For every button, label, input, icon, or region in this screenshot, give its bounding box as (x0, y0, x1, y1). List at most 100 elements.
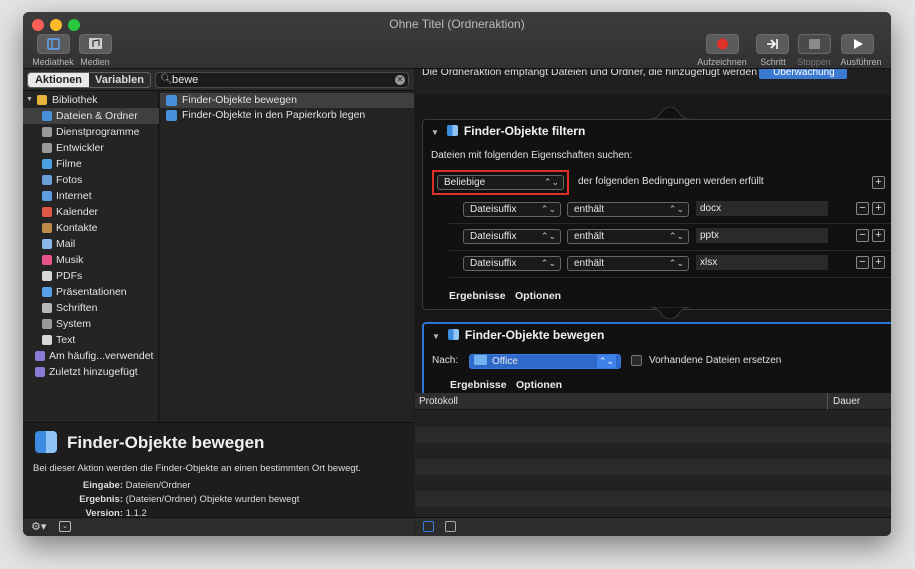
stop-button[interactable] (798, 34, 831, 54)
remove-condition-button[interactable]: − (856, 229, 869, 242)
log-column-protocol[interactable]: Protokoll (419, 393, 458, 410)
finder-icon (166, 95, 177, 106)
condition-value-field[interactable]: pptx (696, 228, 828, 243)
tab-variables[interactable]: Variablen (89, 73, 150, 87)
disclosure-triangle-icon[interactable]: ▼ (432, 332, 440, 341)
search-input[interactable] (172, 73, 382, 87)
popup-chevron-icon: ⌃⌄ (540, 204, 556, 214)
condition-operator-popup[interactable]: enthält ⌃⌄ (567, 202, 689, 217)
description-input-row: Eingabe: Dateien/Ordner (23, 480, 223, 491)
segmented-tabs: Aktionen Variablen (27, 72, 151, 88)
filter-subtitle: Dateien mit folgenden Eigenschaften such… (431, 150, 633, 161)
remove-condition-button[interactable]: − (856, 256, 869, 269)
action-item[interactable]: Finder-Objekte in den Papierkorb legen (160, 108, 414, 123)
record-button[interactable] (706, 34, 739, 54)
condition-operator-popup[interactable]: enthält ⌃⌄ (567, 256, 689, 271)
condition-attribute-popup[interactable]: Dateisuffix ⌃⌄ (463, 202, 561, 217)
watched-folder-popup[interactable]: Überwachung (759, 69, 847, 79)
log-row (415, 491, 891, 507)
run-button[interactable] (841, 34, 874, 54)
workflow-area: Die Ordneraktion empfängt Dateien und Or… (415, 69, 891, 396)
destination-popup[interactable]: Office ⌃⌄ (469, 354, 621, 369)
add-condition-button[interactable]: + (872, 229, 885, 242)
condition-value-field[interactable]: xlsx (696, 255, 828, 270)
move-action-title[interactable]: ▼ Finder-Objekte bewegen (432, 328, 604, 342)
library-item[interactable]: ▼ Bibliothek (23, 92, 159, 108)
condition-attribute-popup[interactable]: Dateisuffix ⌃⌄ (463, 256, 561, 271)
action-description: Finder-Objekte bewegen Bei dieser Aktion… (23, 422, 414, 519)
library-item-label: PDFs (56, 270, 83, 282)
log-column-duration[interactable]: Dauer (833, 393, 860, 410)
condition-operator-popup[interactable]: enthält ⌃⌄ (567, 229, 689, 244)
stop-icon (809, 39, 820, 49)
results-link[interactable]: Ergebnisse (449, 290, 506, 302)
category-icon (42, 287, 52, 297)
add-condition-button[interactable]: + (872, 202, 885, 215)
disclosure-triangle-icon[interactable]: ▼ (26, 92, 33, 108)
remove-condition-button[interactable]: − (856, 202, 869, 215)
row-separator (449, 223, 891, 224)
library-item-label: System (56, 318, 92, 330)
category-icon (42, 319, 52, 329)
library-item-label: Filme (56, 158, 82, 170)
condition-attribute-popup[interactable]: Dateisuffix ⌃⌄ (463, 229, 561, 244)
popup-chevron-icon: ⌃⌄ (540, 258, 556, 268)
library-item[interactable]: Kalender (23, 204, 159, 220)
toolbar: Ohne Titel (Ordneraktion) Mediathek Medi… (23, 12, 891, 69)
row-separator (449, 250, 891, 251)
stop-button-label: Stoppen (797, 57, 831, 67)
library-item[interactable]: Entwickler (23, 140, 159, 156)
add-condition-button[interactable]: + (872, 176, 885, 189)
library-item-label: Am häufig...verwendet (49, 350, 154, 362)
library-item[interactable]: Zuletzt hinzugefügt (23, 364, 159, 380)
library-item-label: Entwickler (56, 142, 104, 154)
library-item[interactable]: Text (23, 332, 159, 348)
library-item[interactable]: Fotos (23, 172, 159, 188)
library-item[interactable]: Musik (23, 252, 159, 268)
category-icon (42, 239, 52, 249)
popup-chevron-icon: ⌃⌄ (668, 258, 684, 268)
options-link[interactable]: Optionen (515, 290, 561, 302)
description-result-row: Ergebnis: (Dateien/Ordner) Objekte wurde… (23, 494, 299, 505)
library-item[interactable]: Kontakte (23, 220, 159, 236)
disclosure-triangle-icon[interactable]: ▼ (431, 128, 439, 137)
action-item[interactable]: Finder-Objekte bewegen (160, 93, 414, 108)
step-button[interactable] (756, 34, 789, 54)
library-item[interactable]: Internet (23, 188, 159, 204)
media-button[interactable] (79, 34, 112, 54)
condition-attribute: Dateisuffix (470, 204, 517, 215)
match-mode-popup[interactable]: Beliebige ⌃⌄ (437, 175, 564, 190)
library-item[interactable]: Präsentationen (23, 284, 159, 300)
gear-icon[interactable]: ⚙▾ (31, 520, 46, 533)
show-description-icon[interactable]: ⌄ (59, 521, 71, 532)
clear-search-icon[interactable]: ✕ (395, 75, 405, 85)
list-view-icon[interactable] (423, 521, 434, 532)
library-item[interactable]: System (23, 316, 159, 332)
search-icon: 🔍︎ (160, 74, 173, 85)
split-view-icon[interactable] (445, 521, 456, 532)
replace-label[interactable]: Vorhandene Dateien ersetzen (649, 355, 781, 366)
category-icon (42, 159, 52, 169)
window-title: Ohne Titel (Ordneraktion) (389, 17, 525, 31)
library-item-label: Schriften (56, 302, 98, 314)
library-item[interactable]: Filme (23, 156, 159, 172)
replace-checkbox[interactable] (631, 355, 642, 366)
add-condition-button[interactable]: + (872, 256, 885, 269)
library-item[interactable]: Am häufig...verwendet (23, 348, 159, 364)
library-item[interactable]: Dateien & Ordner (23, 108, 159, 124)
library-item[interactable]: PDFs (23, 268, 159, 284)
library-item[interactable]: Schriften (23, 300, 159, 316)
results-link[interactable]: Ergebnisse (450, 379, 507, 391)
library-button[interactable] (37, 34, 70, 54)
options-link[interactable]: Optionen (516, 379, 562, 391)
destination-label: Nach: (432, 355, 459, 366)
library-item[interactable]: Dienstprogramme (23, 124, 159, 140)
run-icon (854, 39, 863, 49)
library-item[interactable]: Mail (23, 236, 159, 252)
action-item-label: Finder-Objekte in den Papierkorb legen (182, 109, 366, 121)
condition-value-field[interactable]: docx (696, 201, 828, 216)
search-field: 🔍︎ ✕ (155, 72, 409, 88)
filter-action-title[interactable]: ▼ Finder-Objekte filtern (431, 124, 585, 138)
folder-action-header: Die Ordneraktion empfängt Dateien und Or… (415, 69, 891, 95)
tab-actions[interactable]: Aktionen (28, 73, 89, 87)
